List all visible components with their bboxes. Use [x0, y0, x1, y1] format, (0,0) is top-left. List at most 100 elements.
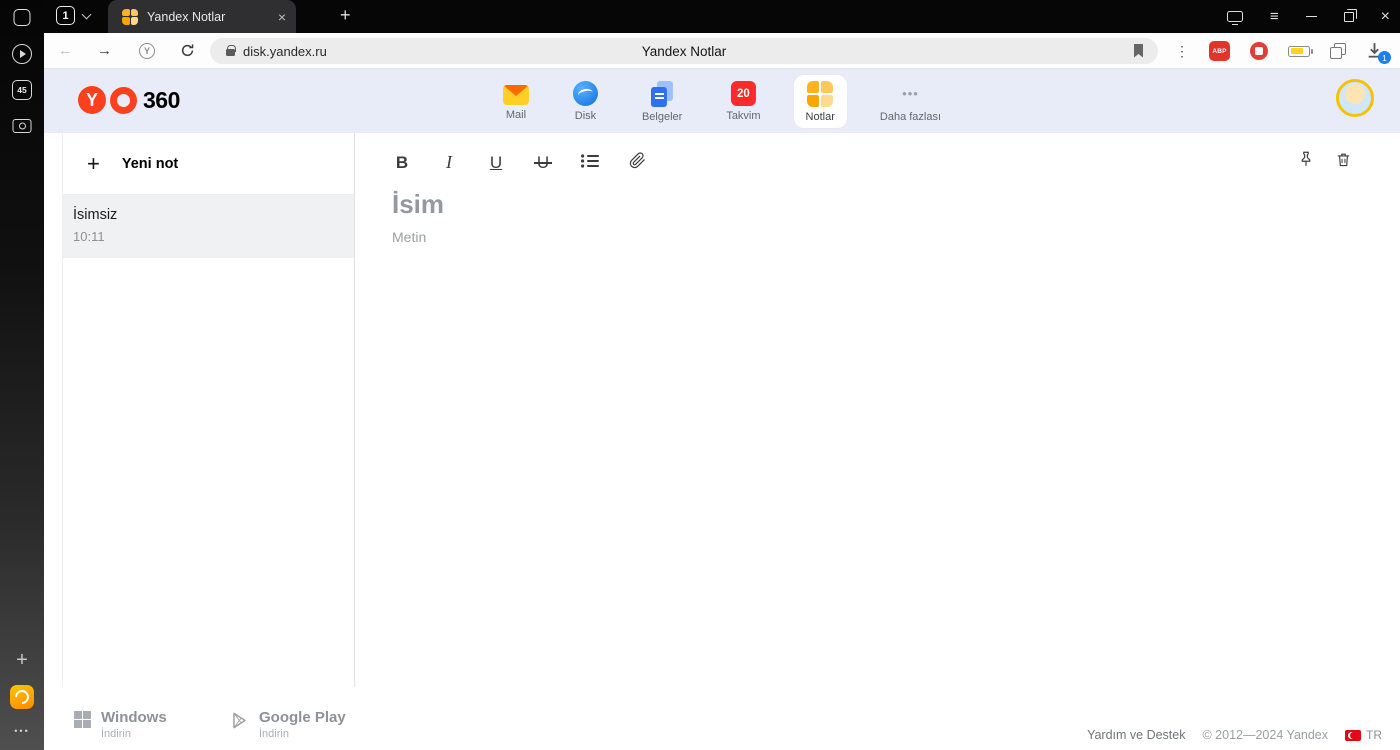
new-note-button[interactable]: + Yeni not: [63, 133, 354, 195]
app-label: Mail: [505, 109, 527, 121]
tabs-extension-icon[interactable]: [1330, 43, 1346, 59]
tab-title: Yandex Notlar: [147, 9, 226, 24]
screenshot-icon[interactable]: [12, 119, 32, 133]
app-label: Disk: [574, 110, 597, 122]
page-menu-icon[interactable]: ⋮: [1175, 43, 1189, 60]
app-label: Takvim: [726, 110, 761, 122]
googleplay-label: Google Play: [259, 709, 346, 726]
app-disk[interactable]: Disk: [561, 75, 610, 127]
app-calendar[interactable]: 20 Takvim: [714, 75, 772, 127]
new-tab-button[interactable]: +: [340, 5, 351, 26]
window-close-icon[interactable]: ×: [1381, 8, 1390, 25]
tab-counter[interactable]: 1: [56, 6, 92, 25]
note-item-title: İsimsiz: [73, 207, 118, 223]
turkey-flag-icon: [1345, 729, 1361, 741]
mail-icon: [502, 85, 529, 105]
panels-icon[interactable]: [13, 9, 31, 26]
googleplay-download-link[interactable]: Google Play İndirin: [230, 709, 346, 740]
play-icon[interactable]: [12, 44, 32, 64]
browser-sidebar: 45 + •••: [0, 0, 44, 750]
sidebar-more-icon[interactable]: •••: [14, 726, 29, 736]
language-switcher[interactable]: TR: [1345, 728, 1382, 742]
downloads-icon[interactable]: 1: [1366, 42, 1391, 64]
yandex-y-icon: Y: [78, 86, 106, 114]
adblock-extension-icon[interactable]: ABP: [1209, 41, 1230, 61]
attachment-icon[interactable]: [627, 152, 647, 172]
browser-menu-icon[interactable]: ≡: [1270, 9, 1279, 24]
camera-lens-icon: [18, 122, 26, 130]
url-text[interactable]: disk.yandex.ru: [243, 44, 327, 59]
calendar-icon: 20: [730, 81, 756, 106]
app-label: Belgeler: [641, 110, 683, 123]
panel-toggle-icon[interactable]: [1226, 11, 1243, 25]
app-notes[interactable]: Notlar: [792, 73, 848, 129]
note-body-input[interactable]: Metin: [392, 229, 426, 245]
sidebar-add-icon[interactable]: +: [16, 649, 28, 672]
windows-label: Windows: [101, 709, 167, 726]
download-badge: 1: [1378, 51, 1391, 64]
italic-icon[interactable]: I: [439, 153, 459, 171]
googleplay-icon: [230, 711, 249, 735]
battery-extension-icon[interactable]: [1288, 45, 1313, 57]
protect-icon[interactable]: Y: [139, 43, 155, 59]
logo-ring-icon: [110, 86, 137, 114]
yandex360-logo[interactable]: Y 360: [78, 86, 180, 114]
app-more[interactable]: ••• Daha fazlası: [868, 75, 953, 128]
windows-download-link[interactable]: Windows İndirin: [74, 709, 167, 740]
windows-action: İndirin: [101, 728, 131, 740]
forward-icon[interactable]: →: [97, 42, 112, 59]
underline-icon[interactable]: U: [486, 154, 506, 171]
yandex-app-icon[interactable]: [10, 685, 34, 709]
tab-count-icon[interactable]: 45: [12, 80, 32, 100]
minimize-icon[interactable]: [1305, 15, 1317, 18]
new-note-label: Yeni not: [121, 155, 179, 172]
note-editor: B I U U İsim Metin: [356, 133, 1400, 687]
note-title-input[interactable]: İsim: [392, 189, 444, 220]
disk-icon: [572, 81, 598, 106]
restore-icon[interactable]: [1343, 8, 1357, 22]
page-content: Y 360 Mail Disk Belgeler 20 Takvim Notla…: [44, 69, 1400, 750]
googleplay-action: İndirin: [259, 728, 289, 740]
language-label: TR: [1366, 728, 1382, 742]
app-documents[interactable]: Belgeler: [630, 75, 694, 128]
editor-actions: [1297, 150, 1352, 173]
notes-list-pane: + Yeni not İsimsiz 10:11: [62, 133, 355, 687]
address-bar[interactable]: disk.yandex.ru Yandex Notlar: [210, 38, 1158, 64]
blocker-extension-icon[interactable]: [1250, 42, 1268, 60]
bookmark-icon[interactable]: [1133, 44, 1144, 63]
tab-strip: 1 Yandex Notlar × + ≡ ×: [44, 0, 1400, 33]
footer-links: Yardım ve Destek © 2012—2024 Yandex TR: [1087, 728, 1382, 742]
copyright-text: © 2012—2024 Yandex: [1202, 728, 1328, 742]
refresh-icon[interactable]: [180, 43, 195, 63]
service-header: Y 360 Mail Disk Belgeler 20 Takvim Notla…: [44, 69, 1400, 133]
back-icon[interactable]: ←: [58, 42, 73, 59]
app-mail[interactable]: Mail: [491, 76, 541, 126]
note-list-item[interactable]: İsimsiz 10:11: [63, 195, 354, 258]
lock-icon: [226, 44, 236, 56]
tab-close-icon[interactable]: ×: [278, 10, 286, 24]
bold-icon[interactable]: B: [392, 154, 412, 171]
plus-icon: +: [87, 150, 100, 176]
window-controls: ≡ ×: [1226, 0, 1390, 33]
avatar[interactable]: [1336, 79, 1374, 117]
app-label: Notlar: [805, 110, 835, 123]
notes-favicon: [122, 8, 138, 25]
services-nav: Mail Disk Belgeler 20 Takvim Notlar ••• …: [491, 69, 953, 133]
notes-icon: [807, 80, 834, 107]
editor-toolbar: B I U U: [392, 148, 647, 176]
help-link[interactable]: Yardım ve Destek: [1087, 728, 1185, 742]
tab-count-label: 45: [17, 85, 27, 95]
list-icon[interactable]: [580, 153, 600, 171]
more-icon: •••: [902, 85, 919, 101]
toolbar-extensions: ⋮ ABP 1: [1175, 33, 1400, 69]
pin-icon[interactable]: [1297, 150, 1315, 173]
trash-icon[interactable]: [1335, 151, 1352, 173]
active-tab[interactable]: Yandex Notlar ×: [108, 0, 296, 33]
strikethrough-icon[interactable]: U: [533, 154, 553, 171]
chevron-down-icon: [81, 9, 92, 19]
browser-toolbar: ← → Y disk.yandex.ru Yandex Notlar ⋮ ABP…: [44, 33, 1400, 69]
documents-icon: [649, 80, 675, 107]
app-label: Daha fazlası: [879, 110, 942, 123]
page-footer: Windows İndirin Google Play İndirin Yard…: [44, 687, 1400, 750]
address-page-title: Yandex Notlar: [641, 43, 727, 59]
